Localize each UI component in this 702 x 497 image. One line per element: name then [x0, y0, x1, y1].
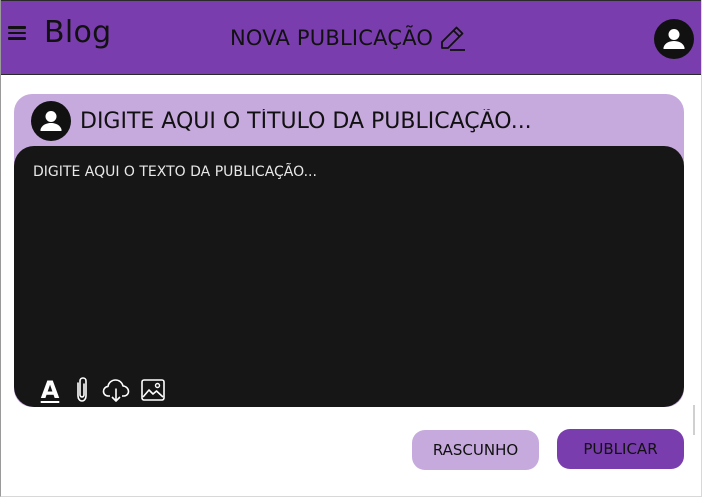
editor-toolbar: A: [38, 374, 175, 406]
top-app-bar: Blog NOVA PUBLICAÇÃO: [0, 0, 702, 75]
page-heading: NOVA PUBLICAÇÃO: [230, 23, 467, 53]
image-icon[interactable]: [140, 377, 166, 403]
account-circle-icon: [663, 29, 685, 49]
text-format-icon[interactable]: A: [38, 376, 62, 404]
menu-icon[interactable]: [7, 25, 27, 41]
page-title: NOVA PUBLICAÇÃO: [230, 26, 434, 50]
post-composer-card: A: [14, 94, 684, 407]
scrollbar[interactable]: [693, 405, 695, 435]
post-body-textarea[interactable]: [33, 162, 663, 362]
post-title-input[interactable]: [80, 104, 670, 138]
save-draft-button[interactable]: RASCUNHO: [412, 430, 539, 470]
publish-button[interactable]: PUBLICAR: [557, 429, 684, 469]
post-body-editor: A: [14, 146, 684, 407]
author-avatar: [31, 101, 71, 141]
pencil-icon[interactable]: [437, 23, 467, 53]
paperclip-icon[interactable]: [72, 376, 92, 404]
brand-logo[interactable]: Blog: [44, 15, 112, 50]
profile-avatar[interactable]: [654, 19, 694, 59]
cloud-download-icon[interactable]: [101, 376, 131, 404]
account-circle-icon: [40, 111, 62, 131]
